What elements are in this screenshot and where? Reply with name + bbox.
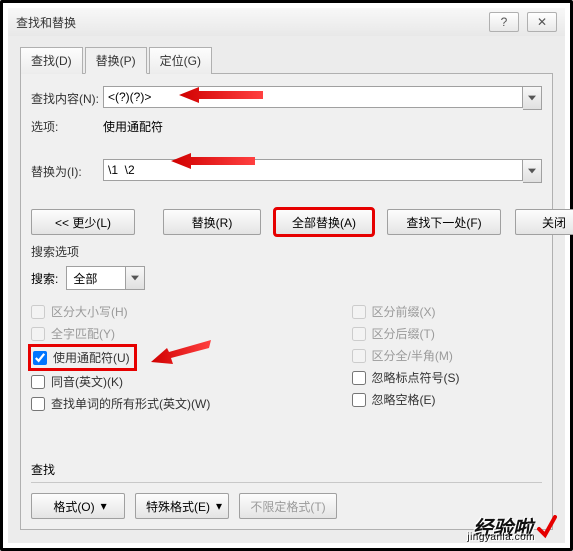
special-label: 特殊格式(E) xyxy=(146,498,210,515)
match-case-label: 区分大小写(H) xyxy=(51,303,128,320)
find-combo xyxy=(103,86,542,110)
close-window-button[interactable]: ✕ xyxy=(527,12,557,32)
tab-goto-label: 定位(G) xyxy=(160,54,201,68)
dialog-inner: 查找和替换 ? ✕ 查找(D) 替换(P) 定位(G) 查找内容(N): xyxy=(7,7,566,544)
no-format-button: 不限定格式(T) xyxy=(239,493,337,519)
button-row: << 更少(L) 替换(R) 全部替换(A) 查找下一处(F) 关闭 xyxy=(31,209,542,235)
tab-replace[interactable]: 替换(P) xyxy=(85,47,147,74)
search-direction-value: 全部 xyxy=(66,266,126,290)
footer-title: 查找 xyxy=(31,461,542,478)
format-button[interactable]: 格式(O) ▾ xyxy=(31,493,125,519)
window-controls: ? ✕ xyxy=(489,12,557,32)
sounds-like-input[interactable] xyxy=(31,375,45,389)
search-direction-label: 搜索: xyxy=(31,270,58,287)
replace-button-label: 替换(R) xyxy=(192,214,233,231)
titlebar: 查找和替换 ? ✕ xyxy=(8,8,565,36)
replace-label: 替换为(I): xyxy=(31,163,103,180)
tab-replace-label: 替换(P) xyxy=(96,54,136,68)
search-direction-combo[interactable]: 全部 xyxy=(66,266,145,290)
find-row: 查找内容(N): xyxy=(31,86,542,110)
checkbox-columns: 区分大小写(H) 全字匹配(Y) 使用通配符(U) 同音(英文)(K) 查找单词… xyxy=(31,298,542,417)
prefix-checkbox: 区分前缀(X) xyxy=(352,303,543,320)
suffix-input xyxy=(352,327,366,341)
help-button[interactable]: ? xyxy=(489,12,519,32)
find-next-button[interactable]: 查找下一处(F) xyxy=(387,209,501,235)
window-title: 查找和替换 xyxy=(16,14,489,31)
search-options-title: 搜索选项 xyxy=(31,243,542,260)
footer-section: 查找 格式(O) ▾ 特殊格式(E) ▾ 不限定格式(T) xyxy=(31,461,542,519)
more-less-label: << 更少(L) xyxy=(55,214,111,231)
chevron-down-icon xyxy=(528,168,536,174)
prefix-input xyxy=(352,305,366,319)
tab-find-label: 查找(D) xyxy=(31,54,72,68)
chevron-down-icon xyxy=(528,95,536,101)
fullhalf-label: 区分全/半角(M) xyxy=(372,347,453,364)
ignore-punct-checkbox[interactable]: 忽略标点符号(S) xyxy=(352,369,543,386)
footer-divider xyxy=(31,482,542,483)
whole-word-checkbox: 全字匹配(Y) xyxy=(31,325,222,342)
replace-button[interactable]: 替换(R) xyxy=(163,209,261,235)
ignore-space-label: 忽略空格(E) xyxy=(372,391,436,408)
sounds-like-checkbox[interactable]: 同音(英文)(K) xyxy=(31,373,222,390)
close-button-label: 关闭 xyxy=(542,214,566,231)
find-label: 查找内容(N): xyxy=(31,90,103,107)
fullhalf-input xyxy=(352,349,366,363)
chevron-down-icon: ▾ xyxy=(216,499,222,513)
checkbox-col-right: 区分前缀(X) 区分后缀(T) 区分全/半角(M) 忽略标点符号(S) 忽略空格… xyxy=(222,298,543,417)
fullhalf-checkbox: 区分全/半角(M) xyxy=(352,347,543,364)
more-less-button[interactable]: << 更少(L) xyxy=(31,209,135,235)
replace-combo xyxy=(103,159,542,183)
checkbox-col-left: 区分大小写(H) 全字匹配(Y) 使用通配符(U) 同音(英文)(K) 查找单词… xyxy=(31,298,222,417)
replace-dropdown-button[interactable] xyxy=(523,159,542,183)
ignore-punct-label: 忽略标点符号(S) xyxy=(372,369,460,386)
tab-goto[interactable]: 定位(G) xyxy=(149,47,212,74)
replace-all-button[interactable]: 全部替换(A) xyxy=(275,209,373,235)
word-forms-checkbox[interactable]: 查找单词的所有形式(英文)(W) xyxy=(31,395,222,412)
replace-all-label: 全部替换(A) xyxy=(292,214,356,231)
options-value: 使用通配符 xyxy=(103,118,163,135)
close-button[interactable]: 关闭 xyxy=(515,209,573,235)
content-area: 查找(D) 替换(P) 定位(G) 查找内容(N): xyxy=(8,36,565,538)
ignore-space-input[interactable] xyxy=(352,393,366,407)
wildcards-checkbox[interactable]: 使用通配符(U) xyxy=(31,347,134,368)
prefix-label: 区分前缀(X) xyxy=(372,303,436,320)
ignore-space-checkbox[interactable]: 忽略空格(E) xyxy=(352,391,543,408)
whole-word-label: 全字匹配(Y) xyxy=(51,325,115,342)
format-label: 格式(O) xyxy=(53,498,94,515)
replace-input[interactable] xyxy=(103,159,523,181)
word-forms-input[interactable] xyxy=(31,397,45,411)
word-forms-label: 查找单词的所有形式(英文)(W) xyxy=(51,395,210,412)
search-direction-row: 搜索: 全部 xyxy=(31,266,542,290)
footer-buttons: 格式(O) ▾ 特殊格式(E) ▾ 不限定格式(T) xyxy=(31,493,542,519)
chevron-down-icon xyxy=(131,275,139,281)
find-next-label: 查找下一处(F) xyxy=(406,214,481,231)
find-dropdown-button[interactable] xyxy=(523,86,542,110)
dialog-window: 查找和替换 ? ✕ 查找(D) 替换(P) 定位(G) 查找内容(N): xyxy=(0,0,573,551)
chevron-down-icon: ▾ xyxy=(101,499,107,513)
whole-word-input xyxy=(31,327,45,341)
match-case-checkbox: 区分大小写(H) xyxy=(31,303,222,320)
suffix-checkbox: 区分后缀(T) xyxy=(352,325,543,342)
tab-strip: 查找(D) 替换(P) 定位(G) xyxy=(20,46,553,74)
sounds-like-label: 同音(英文)(K) xyxy=(51,373,123,390)
match-case-input xyxy=(31,305,45,319)
options-row: 选项: 使用通配符 xyxy=(31,118,542,135)
wildcards-input[interactable] xyxy=(33,351,47,365)
wildcards-label: 使用通配符(U) xyxy=(53,349,130,366)
search-direction-drop[interactable] xyxy=(126,266,145,290)
find-input[interactable] xyxy=(103,86,523,108)
tab-panel: 查找内容(N): 选项: 使用通配符 xyxy=(20,74,553,530)
replace-row: 替换为(I): xyxy=(31,159,542,183)
tab-find[interactable]: 查找(D) xyxy=(20,47,83,74)
options-label: 选项: xyxy=(31,118,103,135)
no-format-label: 不限定格式(T) xyxy=(250,498,325,515)
ignore-punct-input[interactable] xyxy=(352,371,366,385)
suffix-label: 区分后缀(T) xyxy=(372,325,435,342)
special-button[interactable]: 特殊格式(E) ▾ xyxy=(135,493,229,519)
